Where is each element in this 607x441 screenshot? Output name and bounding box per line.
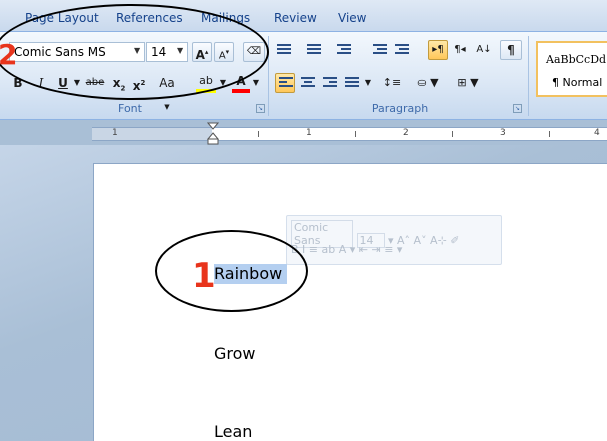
ruler-tick xyxy=(549,131,550,137)
paragraph-group-label: Paragraph xyxy=(371,102,429,115)
ruler-tick xyxy=(258,131,259,137)
tab-view[interactable]: View xyxy=(338,11,366,25)
decrease-indent-icon xyxy=(373,44,387,56)
annotation-ellipse-selection xyxy=(155,230,308,312)
borders-icon: ⊞ ▼ xyxy=(457,76,479,89)
align-center-button[interactable] xyxy=(298,73,318,93)
horizontal-ruler[interactable]: 1 1 2 3 4 xyxy=(92,127,607,141)
ruler-tick xyxy=(355,131,356,137)
justify-icon xyxy=(345,77,359,89)
ruler-number: 1 xyxy=(112,128,118,138)
shading-button[interactable]: ⛀ ▼ xyxy=(410,73,446,93)
style-sample-text: AaBbCcDd xyxy=(546,53,607,66)
bullets-icon xyxy=(277,44,291,56)
numbering-icon xyxy=(307,44,321,56)
sort-button[interactable]: A↓ xyxy=(474,40,494,60)
show-formatting-marks-button[interactable]: ¶ xyxy=(500,40,522,60)
decrease-indent-button[interactable] xyxy=(370,40,390,60)
ruler-tick xyxy=(452,131,453,137)
left-to-right-button[interactable]: ▸¶ xyxy=(428,40,448,60)
ruler-number: 4 xyxy=(594,128,600,138)
paragraph-dialog-launcher-icon[interactable]: ↘ xyxy=(513,104,522,113)
line-spacing-icon: ↕≡ xyxy=(382,76,402,89)
font-dialog-launcher-icon[interactable]: ↘ xyxy=(256,104,265,113)
align-right-icon xyxy=(323,77,337,89)
indent-marker-icon[interactable] xyxy=(207,122,219,146)
mini-toolbar-row-2: B I ≡ ab A ▾ ⇤ ⇥ ≡ ▾ xyxy=(291,243,402,256)
line-spacing-button[interactable]: ↕≡ xyxy=(378,73,406,93)
align-left-button[interactable] xyxy=(275,73,295,93)
mini-toolbar[interactable]: Comic Sans 14 ▾ A˄ A˅ A⊹ ✐ B I ≡ ab A ▾ … xyxy=(286,215,502,265)
numbering-button[interactable] xyxy=(305,40,331,60)
chevron-down-icon[interactable]: ▼ xyxy=(252,73,260,93)
mini-list-icons[interactable]: ▾ ⇤ ⇥ ≡ ▾ xyxy=(350,243,403,256)
bullets-button[interactable] xyxy=(275,40,301,60)
ruler-margin xyxy=(92,128,212,140)
borders-button[interactable]: ⊞ ▼ xyxy=(450,73,486,93)
paint-bucket-icon: ⛀ ▼ xyxy=(417,76,439,89)
align-left-icon xyxy=(279,77,293,89)
annotation-number-2: 2 xyxy=(0,38,18,71)
align-center-icon xyxy=(301,77,315,89)
right-to-left-button[interactable]: ¶◂ xyxy=(450,40,470,60)
ruler-number: 3 xyxy=(500,128,506,138)
increase-indent-button[interactable] xyxy=(392,40,412,60)
tab-review[interactable]: Review xyxy=(274,11,317,25)
multilevel-list-icon xyxy=(337,44,351,56)
style-normal-gallery-item[interactable]: AaBbCcDd ¶ Normal xyxy=(536,41,607,97)
font-group-label: Font xyxy=(118,102,142,115)
ruler-number: 2 xyxy=(403,128,409,138)
document-line-lean[interactable]: Lean xyxy=(214,422,252,441)
document-line-grow[interactable]: Grow xyxy=(214,344,256,363)
annotation-number-1: 1 xyxy=(192,256,216,296)
style-name: ¶ Normal xyxy=(552,76,603,89)
align-right-button[interactable] xyxy=(320,73,340,93)
chevron-down-icon[interactable]: ▼ xyxy=(364,73,372,93)
annotation-ellipse-font-group xyxy=(0,4,269,100)
ruler-number: 1 xyxy=(306,128,312,138)
justify-button[interactable] xyxy=(342,73,362,93)
multilevel-list-button[interactable] xyxy=(335,40,361,60)
group-divider xyxy=(528,36,529,116)
document-page[interactable] xyxy=(93,163,607,441)
sort-icon: A↓ xyxy=(476,44,492,55)
increase-indent-icon xyxy=(395,44,409,56)
